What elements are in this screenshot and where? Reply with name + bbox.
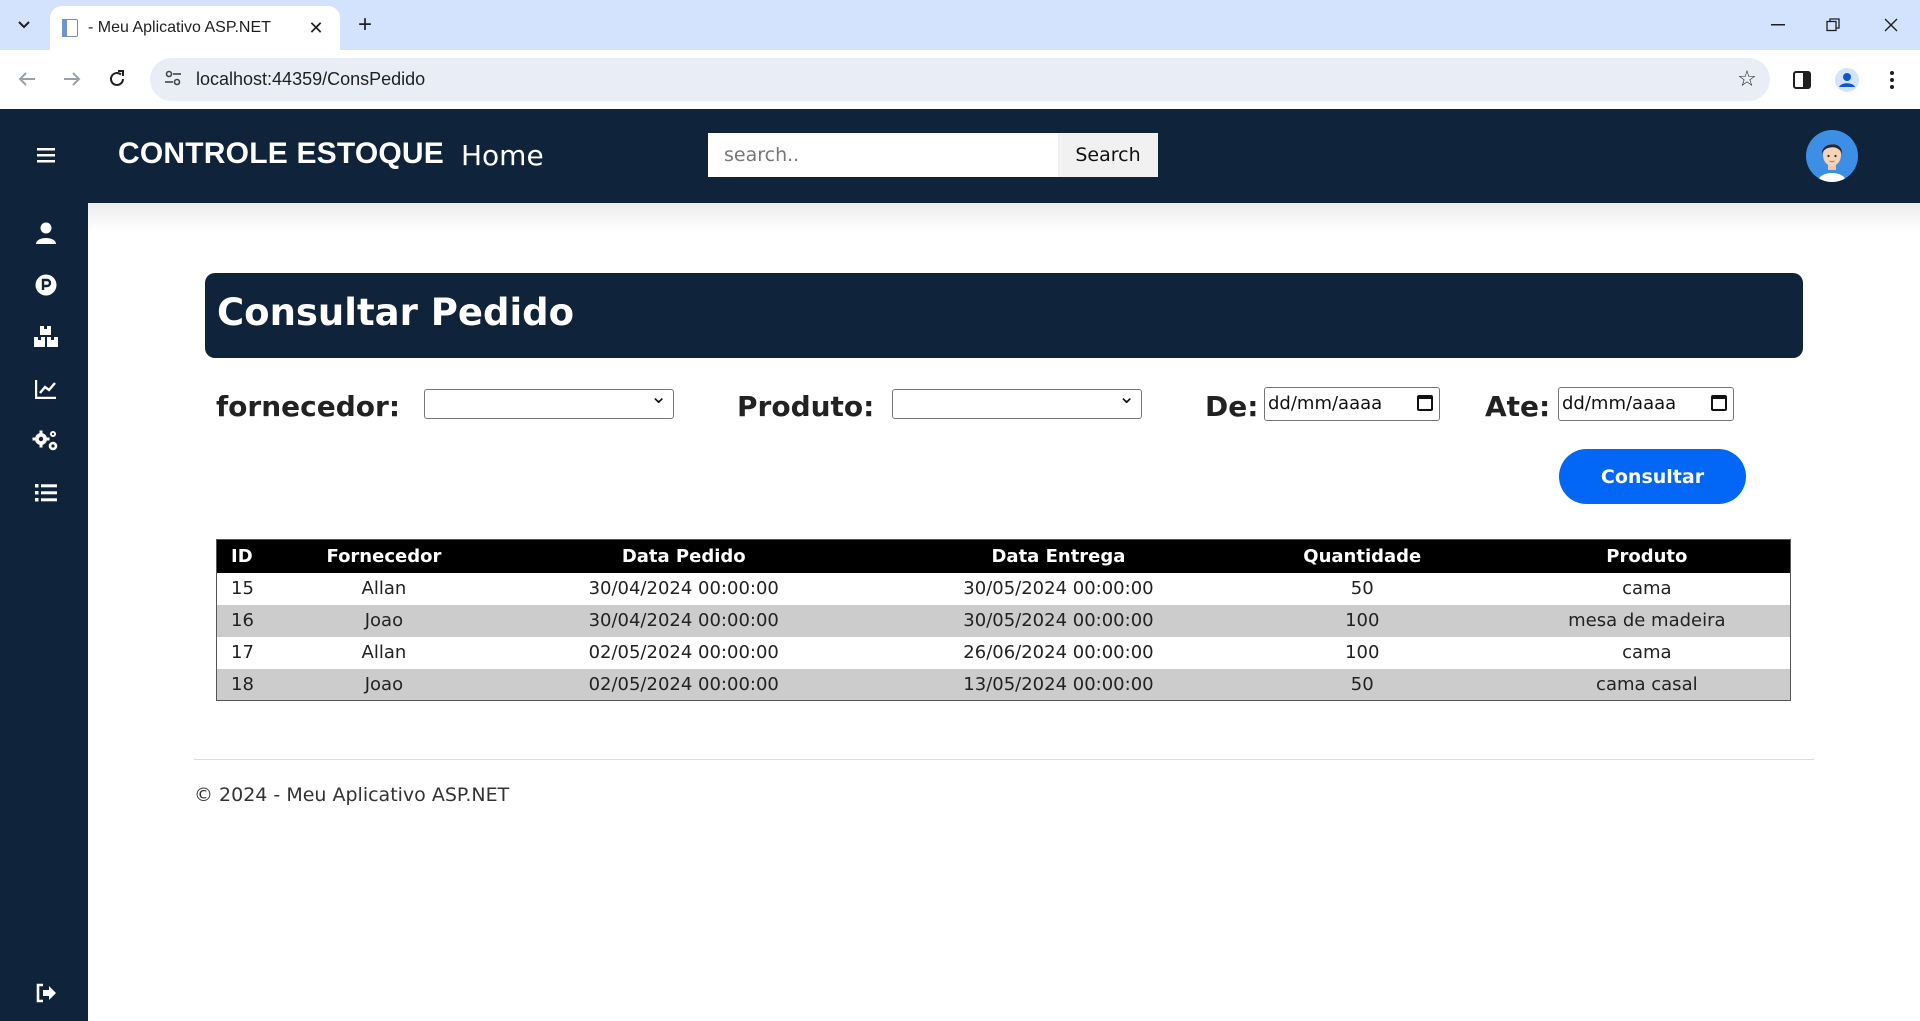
browser-menu-icon[interactable] — [1875, 64, 1909, 96]
search-input[interactable] — [708, 133, 1058, 177]
new-tab-icon[interactable]: + — [350, 12, 380, 40]
cell-quantidade: 50 — [1350, 578, 1374, 599]
page-header: Consultar Pedido — [205, 273, 1803, 358]
close-tab-icon[interactable]: ✕ — [304, 18, 328, 39]
browser-tab[interactable]: - Meu Aplicativo ASP.NET ✕ — [50, 6, 340, 50]
user-icon[interactable] — [28, 218, 64, 248]
reload-icon[interactable] — [100, 62, 134, 96]
column-header-id: ID — [216, 539, 297, 573]
site-info-icon[interactable] — [150, 70, 196, 90]
close-window-icon[interactable] — [1868, 10, 1914, 40]
cell-fornecedor: Joao — [296, 668, 472, 701]
table-row: 16 Joao 30/04/2024 00:00:00 30/05/2024 0… — [216, 604, 1791, 637]
cell-data-entrega: 30/05/2024 00:00:00 — [896, 604, 1221, 637]
column-header-quantidade: Quantidade — [1220, 539, 1504, 573]
page-title: Consultar Pedido — [217, 291, 575, 334]
cell-data-pedido: 30/04/2024 00:00:00 — [471, 604, 897, 637]
cell-data-pedido: 02/05/2024 00:00:00 — [588, 642, 779, 663]
fornecedor-label: fornecedor: — [216, 390, 401, 423]
avatar[interactable] — [1806, 130, 1858, 182]
gears-icon[interactable] — [28, 426, 64, 456]
column-header-data-entrega: Data Entrega — [896, 539, 1221, 573]
cell-fornecedor: Allan — [361, 642, 407, 663]
bookmark-star-icon[interactable]: ☆ — [1724, 67, 1770, 92]
cell-produto: cama — [1622, 578, 1672, 599]
cell-produto: cama — [1622, 642, 1672, 663]
calendar-icon[interactable] — [1711, 395, 1727, 411]
pedidos-table: ID Fornecedor Data Pedido Data Entrega Q… — [216, 539, 1791, 701]
header-shadow — [88, 203, 1920, 233]
boxes-icon[interactable] — [28, 322, 64, 352]
ate-date-input[interactable]: dd/mm/aaaa — [1558, 387, 1734, 421]
brand-title[interactable]: CONTROLE ESTOQUE — [118, 137, 444, 171]
fornecedor-select[interactable] — [424, 384, 674, 419]
table-header-row: ID Fornecedor Data Pedido Data Entrega Q… — [216, 539, 1791, 573]
table-row: 18 Joao 02/05/2024 00:00:00 13/05/2024 0… — [216, 668, 1791, 701]
side-panel-icon[interactable] — [1785, 64, 1819, 96]
produto-label: Produto: — [737, 390, 875, 423]
logout-icon[interactable] — [28, 978, 64, 1008]
tab-search-icon[interactable] — [8, 10, 40, 40]
cell-data-entrega: 13/05/2024 00:00:00 — [896, 668, 1221, 701]
cell-data-entrega: 26/06/2024 00:00:00 — [963, 642, 1154, 663]
parking-icon[interactable] — [28, 270, 64, 300]
chart-line-icon[interactable] — [28, 374, 64, 404]
nav-home-link[interactable]: Home — [461, 139, 544, 172]
column-header-data-pedido: Data Pedido — [471, 539, 897, 573]
table-row: 17 Allan 02/05/2024 00:00:00 26/06/2024 … — [217, 637, 1791, 669]
search-button[interactable]: Search — [1058, 133, 1158, 177]
consultar-button[interactable]: Consultar — [1559, 449, 1746, 504]
cell-fornecedor: Allan — [361, 578, 407, 599]
top-navbar: CONTROLE ESTOQUE Home Search — [88, 109, 1920, 203]
cell-data-entrega: 30/05/2024 00:00:00 — [963, 578, 1154, 599]
cell-id: 15 — [231, 578, 254, 599]
cell-quantidade: 50 — [1220, 668, 1504, 701]
footer-copyright: © 2024 - Meu Aplicativo ASP.NET — [194, 784, 510, 806]
calendar-icon[interactable] — [1417, 395, 1433, 411]
menu-icon[interactable] — [28, 140, 64, 170]
list-icon[interactable] — [28, 478, 64, 508]
ate-label: Ate: — [1485, 390, 1551, 423]
minimize-icon[interactable] — [1755, 10, 1801, 40]
cell-quantidade: 100 — [1345, 642, 1380, 663]
cell-id: 17 — [231, 642, 254, 663]
tab-title: - Meu Aplicativo ASP.NET — [88, 19, 271, 36]
sidebar — [0, 109, 88, 1021]
cell-produto: mesa de madeira — [1503, 604, 1791, 637]
table-row: 15 Allan 30/04/2024 00:00:00 30/05/2024 … — [217, 573, 1791, 605]
browser-tabstrip: - Meu Aplicativo ASP.NET ✕ + — [0, 0, 1920, 50]
cell-id: 16 — [216, 604, 297, 637]
cell-id: 18 — [216, 668, 297, 701]
page-favicon-icon — [62, 19, 78, 37]
column-header-produto: Produto — [1503, 539, 1791, 573]
de-date-input[interactable]: dd/mm/aaaa — [1264, 387, 1440, 421]
forward-icon[interactable] — [55, 62, 89, 96]
cell-data-pedido: 30/04/2024 00:00:00 — [588, 578, 779, 599]
cell-produto: cama casal — [1503, 668, 1791, 701]
url-text: localhost:44359/ConsPedido — [196, 69, 426, 89]
produto-select[interactable] — [892, 384, 1142, 419]
cell-fornecedor: Joao — [296, 604, 472, 637]
back-icon[interactable] — [10, 62, 44, 96]
column-header-fornecedor: Fornecedor — [296, 539, 472, 573]
de-label: De: — [1205, 390, 1259, 423]
app-root: CONTROLE ESTOQUE Home Search Consultar P… — [0, 109, 1920, 1021]
address-bar[interactable]: localhost:44359/ConsPedido ☆ — [150, 58, 1770, 101]
restore-icon[interactable] — [1810, 10, 1856, 40]
ate-date-placeholder: dd/mm/aaaa — [1562, 393, 1677, 414]
browser-toolbar: localhost:44359/ConsPedido ☆ — [0, 50, 1920, 109]
de-date-placeholder: dd/mm/aaaa — [1268, 393, 1383, 414]
cell-quantidade: 100 — [1220, 604, 1504, 637]
profile-icon[interactable] — [1830, 64, 1864, 96]
footer-divider — [194, 759, 1814, 760]
cell-data-pedido: 02/05/2024 00:00:00 — [471, 668, 897, 701]
